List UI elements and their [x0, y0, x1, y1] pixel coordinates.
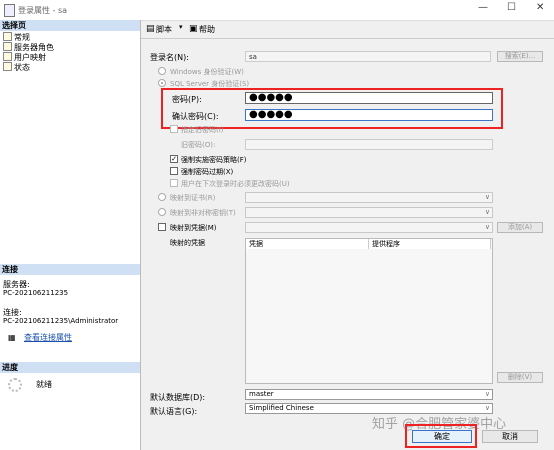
- connection-label: 连接:: [3, 308, 22, 317]
- chevron-down-icon: ∨: [484, 223, 490, 231]
- toolbar: ▤ 脚本 ▾ ▣ 帮助: [141, 20, 554, 39]
- map-certificate-label: 映射到证书(R): [170, 194, 216, 202]
- enforce-expiration-checkbox[interactable]: [170, 167, 178, 175]
- page-icon: [3, 52, 12, 61]
- old-password-label: 旧密码(O):: [181, 141, 216, 149]
- chevron-down-icon: ∨: [484, 193, 490, 201]
- specify-old-password-label: 指定旧密码(I): [181, 126, 224, 134]
- old-password-input[interactable]: [245, 139, 493, 150]
- server-value: PC-202106211235: [3, 289, 69, 297]
- windows-auth-radio[interactable]: [158, 67, 166, 75]
- window-icon: [4, 4, 15, 17]
- page-icon: [3, 62, 12, 71]
- chevron-down-icon: ∨: [484, 208, 490, 216]
- remove-button[interactable]: 删除(V): [497, 372, 543, 383]
- grid-header-credential[interactable]: 凭据: [246, 239, 369, 249]
- left-pane: 选择页 常规 服务器角色 用户映射 状态 连接 服务器: PC-20210621…: [0, 20, 141, 450]
- connection-value: PC-202106211235\Administrator: [3, 317, 119, 325]
- page-status[interactable]: 状态: [3, 62, 30, 72]
- map-credential-label: 映射到凭据(M): [170, 224, 217, 232]
- help-icon: ▣: [189, 24, 198, 34]
- map-credential-checkbox[interactable]: [158, 223, 166, 231]
- page-server-roles[interactable]: 服务器角色: [3, 42, 54, 52]
- credential-dropdown[interactable]: ∨: [245, 222, 493, 233]
- select-page-heading: 选择页: [0, 20, 140, 31]
- search-button[interactable]: 搜索(E)...: [497, 51, 543, 62]
- progress-status: 就绪: [36, 380, 52, 389]
- default-language-label: 默认语言(G):: [150, 407, 198, 416]
- connection-heading: 连接: [0, 264, 140, 275]
- progress-spinner-icon: [8, 378, 22, 392]
- minimize-button[interactable]: —: [478, 2, 488, 13]
- server-label: 服务器:: [3, 280, 30, 289]
- map-asymmetric-key-label: 映射到非对称密钥(T): [170, 209, 236, 217]
- page-icon: [3, 32, 12, 41]
- ok-highlight-box: [405, 424, 477, 448]
- grid-header-provider[interactable]: 提供程序: [369, 239, 491, 249]
- view-connection-properties-link[interactable]: 查看连接属性: [24, 333, 72, 342]
- asymmetric-key-dropdown[interactable]: ∨: [245, 207, 493, 218]
- add-button[interactable]: 添加(A): [497, 222, 543, 233]
- must-change-label: 用户在下次登录时必须更改密码(U): [181, 180, 290, 188]
- highlight-box: [161, 88, 503, 129]
- progress-heading: 进度: [0, 362, 140, 373]
- enforce-expiration-label: 强制密码过期(X): [181, 168, 234, 176]
- map-certificate-radio[interactable]: [158, 193, 166, 201]
- maximize-button[interactable]: ☐: [507, 2, 516, 13]
- script-icon: ▤: [146, 24, 155, 34]
- mapped-credentials-grid[interactable]: 凭据 提供程序: [245, 238, 493, 384]
- must-change-checkbox[interactable]: [170, 179, 178, 187]
- default-database-dropdown[interactable]: master ∨: [245, 389, 493, 400]
- title-bar: 登录属性 - sa — ☐ ✕: [0, 0, 554, 21]
- login-name-input[interactable]: sa: [245, 51, 491, 62]
- map-asymmetric-key-radio[interactable]: [158, 208, 166, 216]
- login-name-label: 登录名(N):: [150, 53, 189, 62]
- cancel-button[interactable]: 取消: [482, 430, 538, 443]
- specify-old-password-checkbox[interactable]: [170, 125, 178, 133]
- page-user-mapping[interactable]: 用户映射: [3, 52, 46, 62]
- mapped-credentials-label: 映射的凭据: [170, 239, 205, 247]
- chevron-down-icon: ∨: [484, 404, 490, 412]
- default-database-label: 默认数据库(D):: [150, 393, 206, 402]
- windows-auth-label: Windows 身份验证(W): [170, 68, 244, 76]
- close-button[interactable]: ✕: [536, 2, 544, 13]
- sql-auth-radio[interactable]: [158, 79, 166, 87]
- enforce-policy-label: 强制实施密码策略(F): [181, 156, 247, 164]
- chevron-down-icon[interactable]: ▾: [179, 23, 183, 31]
- window-title: 登录属性 - sa: [18, 6, 68, 15]
- properties-icon: ▦: [8, 333, 16, 342]
- script-button[interactable]: 脚本: [156, 24, 172, 35]
- chevron-down-icon: ∨: [484, 390, 490, 398]
- page-icon: [3, 42, 12, 51]
- page-general[interactable]: 常规: [3, 32, 30, 42]
- help-button[interactable]: 帮助: [199, 24, 215, 35]
- certificate-dropdown[interactable]: ∨: [245, 192, 493, 203]
- enforce-policy-checkbox[interactable]: ✓: [170, 155, 178, 163]
